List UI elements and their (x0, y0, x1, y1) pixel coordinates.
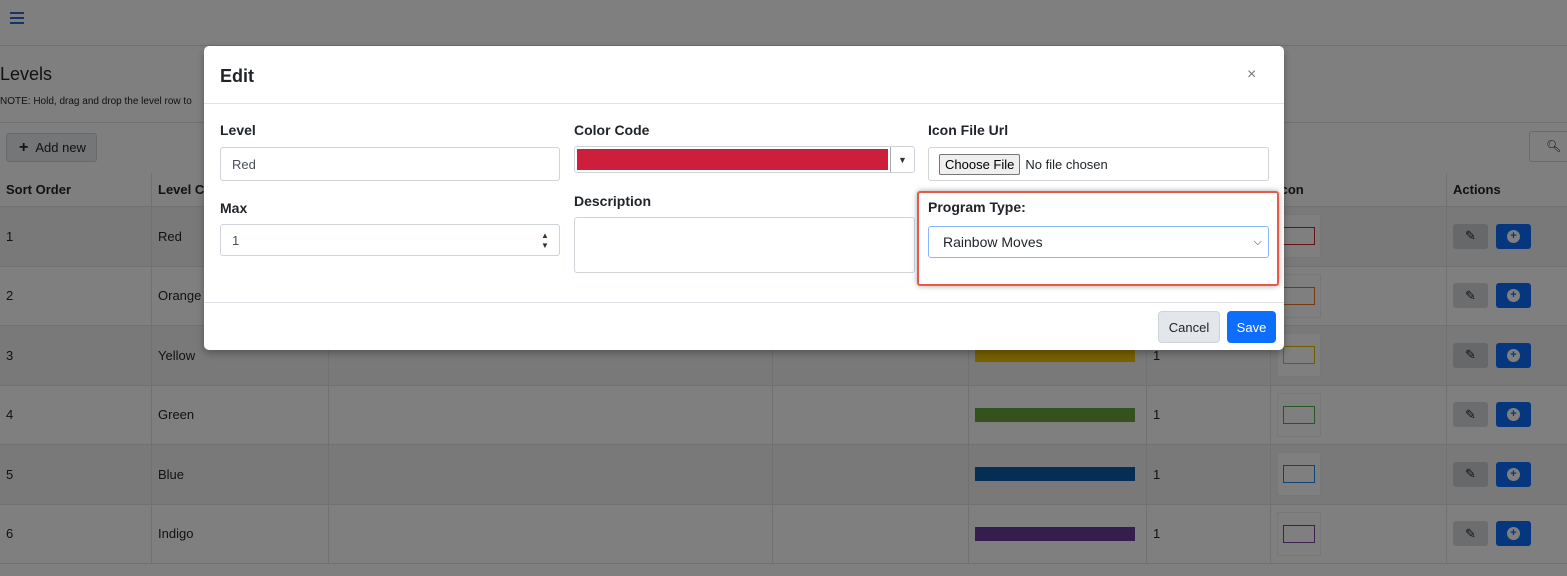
max-number-input[interactable]: 1 ▲ ▼ (220, 224, 560, 256)
description-label: Description (574, 193, 652, 209)
modal-header: Edit × (204, 46, 1284, 104)
modal-title: Edit (220, 66, 254, 86)
icon-file-input[interactable]: Choose File No file chosen (928, 147, 1269, 181)
max-label: Max (220, 200, 248, 216)
edit-modal: Edit × Level Red Max 1 ▲ ▼ Color Code ▼ D… (204, 46, 1284, 350)
icon-file-url-label: Icon File Url (928, 122, 1009, 138)
color-code-picker[interactable]: ▼ (574, 146, 915, 173)
level-input[interactable]: Red (220, 147, 560, 181)
color-swatch (577, 149, 888, 170)
close-icon[interactable]: × (1247, 66, 1256, 84)
choose-file-button[interactable]: Choose File (939, 153, 1021, 175)
description-textarea[interactable] (574, 217, 915, 273)
program-type-select[interactable]: Rainbow Moves ⌵ (928, 226, 1269, 258)
program-type-value: Rainbow Moves (943, 234, 1043, 250)
program-type-label: Program Type: (928, 199, 1026, 215)
number-spinner-icon[interactable]: ▲ ▼ (535, 227, 555, 255)
modal-footer: Cancel Save (204, 302, 1284, 350)
cancel-button[interactable]: Cancel (1158, 311, 1220, 343)
level-label: Level (220, 122, 256, 138)
save-button[interactable]: Save (1227, 311, 1276, 343)
chevron-down-icon: ⌵ (1253, 235, 1262, 248)
color-code-label: Color Code (574, 122, 650, 138)
chevron-down-icon[interactable]: ▼ (890, 147, 914, 172)
file-status: No file chosen (1025, 156, 1108, 172)
max-value: 1 (232, 232, 240, 248)
